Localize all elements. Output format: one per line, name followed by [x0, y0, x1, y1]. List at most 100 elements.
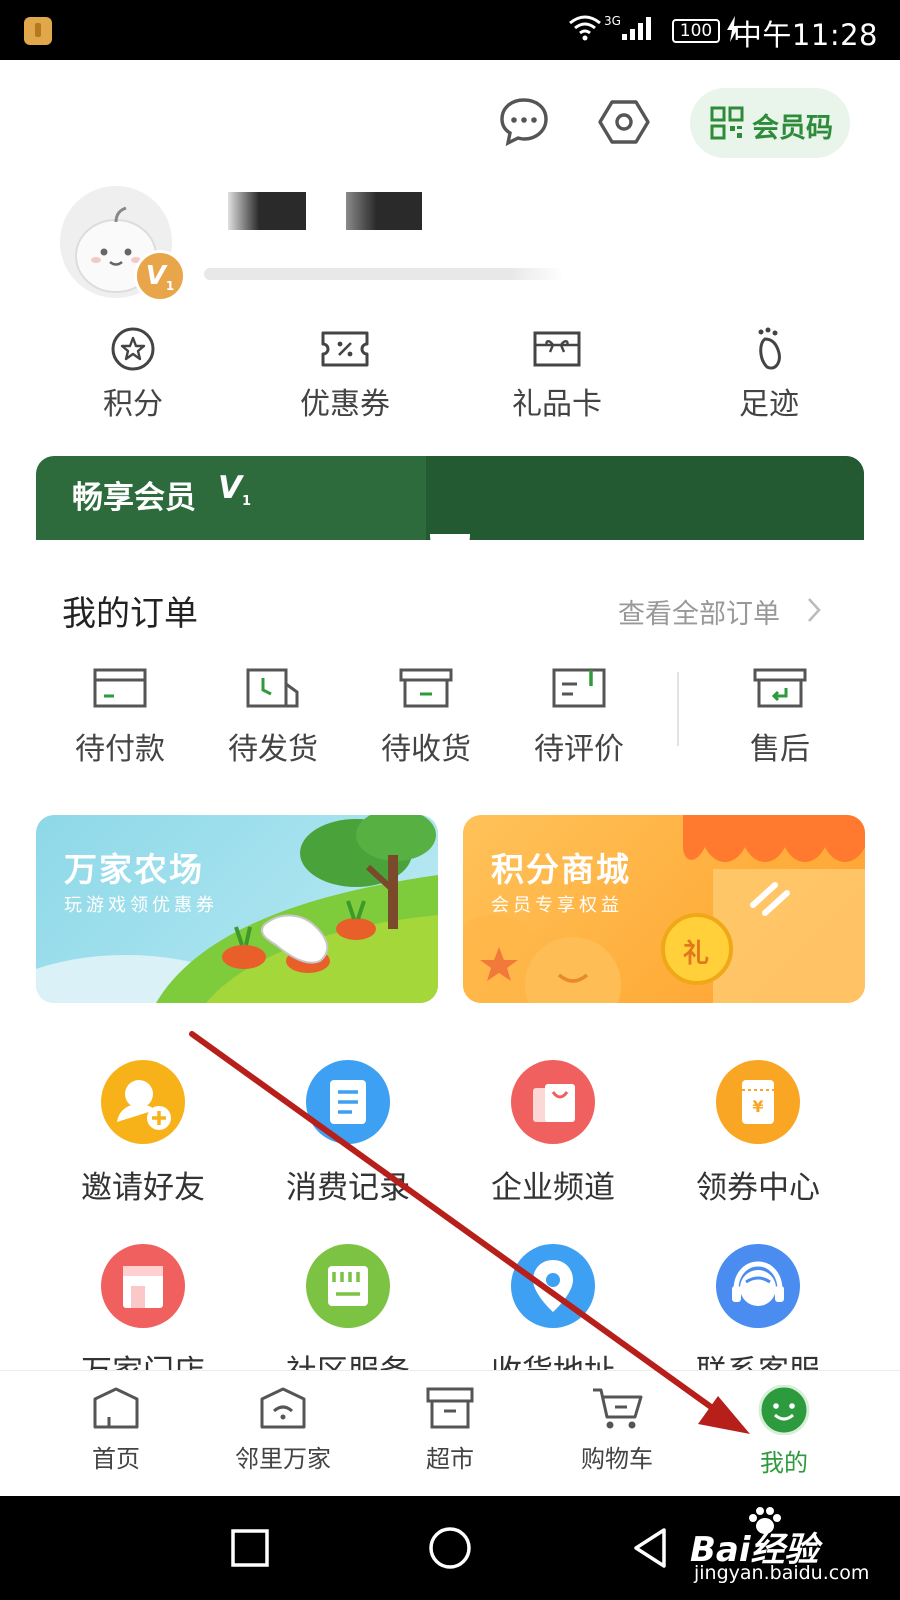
member-banner-level-number: 1: [242, 494, 252, 510]
signal-icon: [620, 14, 654, 48]
neighbor-icon: [260, 1387, 306, 1429]
coupon-bag-icon: ¥: [716, 1060, 800, 1144]
level-badge-number: 1: [165, 279, 175, 294]
service-customer-support[interactable]: 联系客服: [668, 1244, 848, 1391]
promo-mall-title: 积分商城: [491, 850, 631, 889]
return-box-icon: [753, 668, 807, 708]
package-clock-icon: [246, 668, 299, 708]
tab-label: 我的: [760, 1449, 808, 1477]
tab-label: 邻里万家: [235, 1445, 331, 1473]
tab-home[interactable]: 首页: [46, 1385, 186, 1474]
shopping-bag-icon: [511, 1060, 595, 1144]
service-shipping-address[interactable]: 收货地址: [463, 1244, 643, 1391]
footprint-icon: [758, 327, 781, 370]
tab-supermarket[interactable]: 超市: [380, 1385, 520, 1474]
quick-link-label: 积分: [103, 387, 163, 422]
service-community[interactable]: 社区服务: [258, 1244, 438, 1391]
network-type: 3G: [604, 14, 621, 28]
view-all-orders-link[interactable]: 查看全部订单: [618, 592, 780, 631]
baidu-watermark-url: jingyan.baidu.com: [694, 1562, 870, 1584]
service-coupon-center[interactable]: ¥ 领券中心: [668, 1060, 848, 1207]
hexagon-settings-icon: [598, 100, 650, 144]
bottom-tab-bar: 首页 邻里万家 超市 购物车 我的: [0, 1370, 900, 1496]
gift-card-icon: [533, 331, 581, 367]
receipt-icon: [306, 1060, 390, 1144]
quick-link-gift-card[interactable]: 礼品卡: [482, 325, 632, 425]
order-status-label: 待付款: [75, 732, 165, 767]
quick-link-points[interactable]: 积分: [58, 325, 208, 425]
member-code-label: 会员码: [752, 113, 833, 144]
message-button[interactable]: [498, 96, 550, 148]
chat-bubble-icon: [500, 98, 548, 147]
service-spending-records[interactable]: 消费记录: [258, 1060, 438, 1207]
star-circle-icon: [111, 327, 155, 371]
promo-card-farm[interactable]: 万家农场 玩游戏领优惠券: [36, 815, 438, 1003]
level-badge-letter: V: [145, 261, 166, 291]
quick-link-label: 优惠券: [300, 387, 390, 422]
member-banner-level: V1: [218, 470, 251, 509]
back-triangle-icon[interactable]: [630, 1526, 670, 1570]
supermarket-icon: [426, 1387, 474, 1429]
invite-user-icon: [101, 1060, 185, 1144]
order-status-pending-receipt[interactable]: 待收货: [366, 666, 486, 768]
qr-code-icon: [710, 106, 744, 140]
recent-apps-icon[interactable]: [230, 1528, 270, 1568]
order-status-label: 待评价: [534, 732, 624, 767]
service-stores[interactable]: 万家门店: [53, 1244, 233, 1391]
community-icon: [306, 1244, 390, 1328]
order-status-pending-review[interactable]: 待评价: [519, 666, 639, 768]
order-status-pending-shipment[interactable]: 待发货: [213, 666, 333, 768]
service-enterprise-channel[interactable]: 企业频道: [463, 1060, 643, 1207]
service-label: 领券中心: [696, 1170, 820, 1206]
member-code-button[interactable]: 会员码: [690, 88, 850, 158]
service-label: 邀请好友: [81, 1170, 205, 1206]
orders-title: 我的订单: [62, 594, 198, 634]
headset-icon: [716, 1244, 800, 1328]
svg-text:¥: ¥: [752, 1097, 763, 1116]
smiley-profile-icon: [758, 1385, 810, 1435]
service-label: 消费记录: [286, 1170, 410, 1206]
member-banner-title: 畅享会员: [72, 480, 196, 516]
tab-neighbors[interactable]: 邻里万家: [213, 1385, 353, 1474]
redacted-username: [228, 192, 306, 230]
order-status-after-sales[interactable]: 售后: [720, 666, 840, 768]
order-status-label: 待发货: [228, 732, 318, 767]
store-icon: [101, 1244, 185, 1328]
quick-link-coupons[interactable]: 优惠券: [270, 325, 420, 425]
chevron-right-icon[interactable]: [805, 596, 823, 631]
order-status-pending-payment[interactable]: 待付款: [60, 666, 180, 768]
tab-label: 超市: [426, 1445, 474, 1473]
quick-link-label: 礼品卡: [512, 387, 602, 422]
tab-profile[interactable]: 我的: [714, 1385, 854, 1478]
member-banner-level-letter: V: [218, 470, 242, 506]
status-time: 中午11:28: [732, 18, 878, 52]
promo-mall-subtitle: 会员专享权益: [491, 895, 623, 916]
settings-button[interactable]: [598, 96, 650, 148]
member-banner-decoration: [426, 456, 864, 546]
tab-label: 首页: [92, 1445, 140, 1473]
order-status-label: 待收货: [381, 732, 471, 767]
coupon-icon: [321, 331, 369, 367]
quick-link-label: 足迹: [739, 387, 799, 422]
tab-label: 购物车: [581, 1445, 653, 1473]
wallet-icon: [93, 668, 147, 708]
box-icon: [399, 668, 453, 708]
notification-app-icon: [24, 17, 52, 45]
wifi-icon: [568, 14, 602, 48]
member-level-badge: V1: [134, 250, 186, 302]
quick-link-footprint[interactable]: 足迹: [694, 325, 844, 425]
service-label: 企业频道: [491, 1170, 615, 1206]
baidu-paw-icon: [749, 1507, 781, 1534]
service-invite-friends[interactable]: 邀请好友: [53, 1060, 233, 1207]
promo-farm-title: 万家农场: [64, 850, 204, 889]
tab-cart[interactable]: 购物车: [547, 1385, 687, 1474]
member-banner[interactable]: 畅享会员 V1: [36, 456, 864, 546]
home-circle-icon[interactable]: [428, 1526, 472, 1570]
redacted-username-2: [346, 192, 422, 230]
location-pin-icon: [511, 1244, 595, 1328]
reward-coin-text: 礼: [683, 939, 710, 969]
redacted-subtitle: [204, 268, 564, 280]
review-icon: [552, 668, 606, 708]
promo-card-points-mall[interactable]: 礼 积分商城 会员专享权益: [463, 815, 865, 1003]
home-icon: [93, 1387, 139, 1429]
